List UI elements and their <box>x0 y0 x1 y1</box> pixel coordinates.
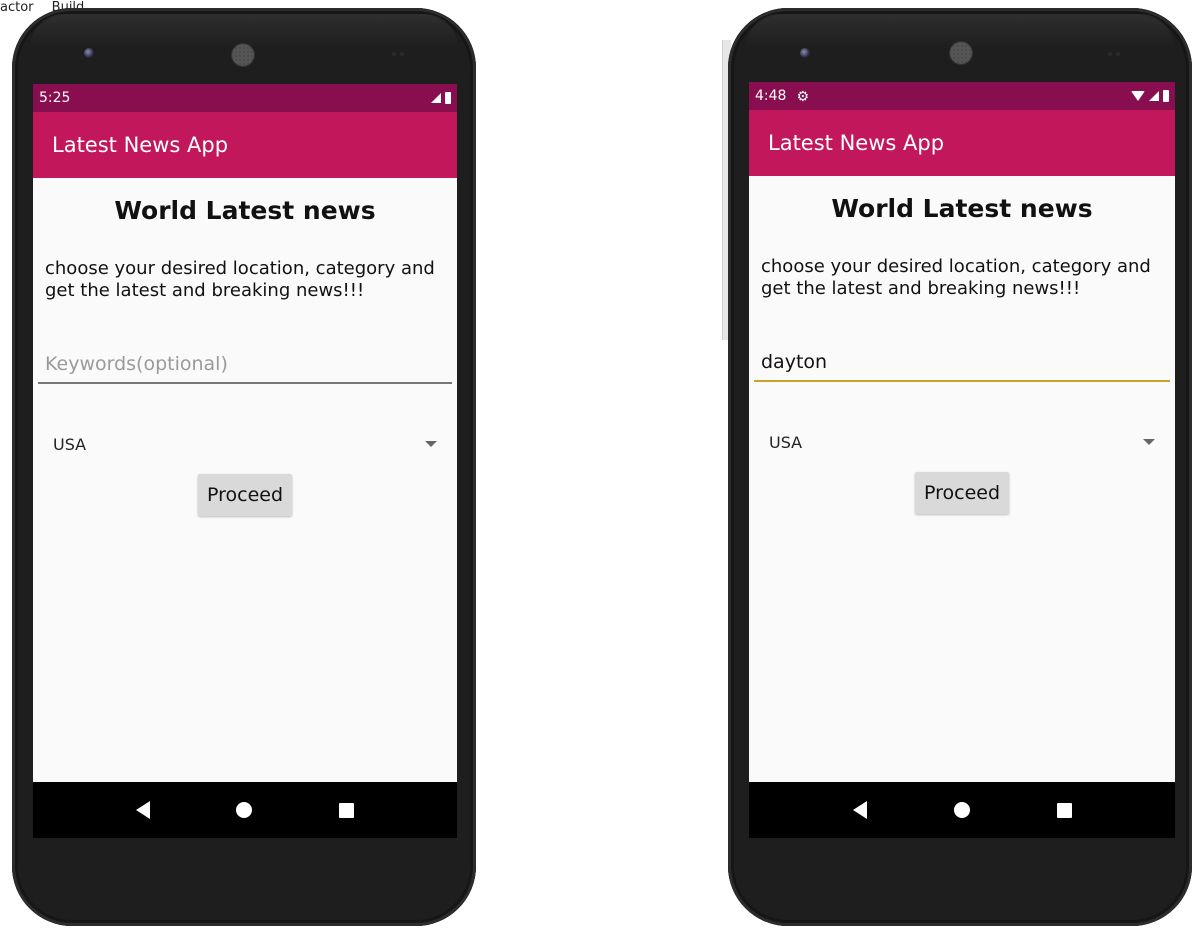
proximity-sensor-icon <box>392 52 406 57</box>
keywords-input[interactable] <box>754 346 1170 382</box>
emulator-frame-right: 4:48 ⚙ Latest News App World Latest news… <box>728 8 1192 926</box>
front-camera-icon <box>84 48 94 58</box>
front-camera-icon <box>800 48 810 58</box>
page-heading: World Latest news <box>831 194 1093 223</box>
description-text: choose your desired location, category a… <box>45 258 435 301</box>
status-bar: 4:48 ⚙ <box>749 82 1175 110</box>
proximity-sensor-icon <box>1108 52 1122 57</box>
main-content: World Latest news choose your desired lo… <box>33 178 457 782</box>
emulator-frame-left: 5:25 Latest News App World Latest news c… <box>12 8 476 926</box>
speaker-grille-icon <box>950 42 972 64</box>
device-screen: 4:48 ⚙ Latest News App World Latest news… <box>749 82 1175 838</box>
speaker-grille-icon <box>232 44 254 66</box>
battery-icon <box>1163 90 1169 102</box>
country-dropdown[interactable]: USA <box>53 430 437 458</box>
home-icon[interactable] <box>953 802 970 818</box>
country-dropdown-value: USA <box>769 432 803 452</box>
status-bar: 5:25 <box>33 84 457 112</box>
battery-icon <box>445 92 451 104</box>
wifi-icon <box>1131 91 1145 101</box>
description-text: choose your desired location, category a… <box>761 256 1151 299</box>
app-title: Latest News App <box>52 133 229 157</box>
home-icon[interactable] <box>236 802 253 818</box>
navigation-bar <box>33 782 457 838</box>
back-icon[interactable] <box>136 801 151 819</box>
bezel-highlight <box>30 14 458 48</box>
navigation-bar <box>749 782 1175 838</box>
app-toolbar: Latest News App <box>33 112 457 178</box>
back-icon[interactable] <box>852 801 867 819</box>
proceed-button[interactable]: Proceed <box>198 474 292 516</box>
proceed-button[interactable]: Proceed <box>915 472 1009 514</box>
recents-icon[interactable] <box>1056 802 1072 818</box>
device-screen: 5:25 Latest News App World Latest news c… <box>33 84 457 838</box>
status-time: 5:25 <box>39 90 71 106</box>
dropdown-arrow-icon <box>1143 439 1155 445</box>
recents-icon[interactable] <box>338 802 354 818</box>
signal-icon <box>431 93 441 103</box>
app-title: Latest News App <box>768 131 945 155</box>
keywords-input[interactable] <box>38 348 452 384</box>
page-heading: World Latest news <box>114 196 376 225</box>
country-dropdown[interactable]: USA <box>769 428 1155 456</box>
status-icons <box>431 92 451 104</box>
ide-menu-refactor[interactable]: actor <box>0 0 34 15</box>
country-dropdown-value: USA <box>53 434 87 454</box>
status-icons <box>1131 90 1169 102</box>
signal-icon <box>1149 91 1159 101</box>
settings-icon: ⚙ <box>796 87 810 104</box>
app-toolbar: Latest News App <box>749 110 1175 176</box>
status-time: 4:48 <box>755 88 787 104</box>
main-content: World Latest news choose your desired lo… <box>749 176 1175 782</box>
dropdown-arrow-icon <box>425 441 437 447</box>
